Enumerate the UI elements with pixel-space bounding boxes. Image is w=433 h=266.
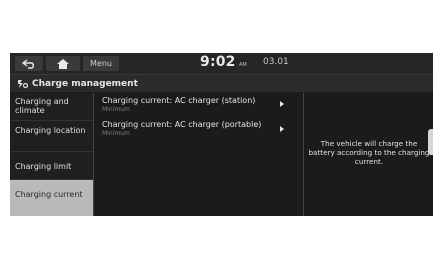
left-divider [93, 93, 94, 216]
date-display: 03.01 [263, 57, 289, 67]
left-menu: Charging and climate Charging location C… [10, 93, 93, 216]
page-title: Charge management [32, 78, 138, 89]
back-icon [22, 58, 34, 69]
back-button[interactable] [15, 56, 43, 71]
left-menu-item-charging-and-climate[interactable]: Charging and climate [10, 93, 93, 121]
left-menu-item-charging-current[interactable]: Charging current [10, 180, 93, 216]
menu-button[interactable]: Menu [83, 56, 119, 71]
top-bar: Menu 9:02 AM 03.01 [10, 53, 433, 75]
left-menu-item-charging-location[interactable]: Charging location [10, 121, 93, 152]
chevron-right-icon[interactable] [280, 126, 284, 132]
chevron-right-icon[interactable] [280, 101, 284, 107]
option-label: Charging current: AC charger (portable) [102, 120, 262, 129]
left-menu-item-charging-limit[interactable]: Charging limit [10, 152, 93, 180]
option-value: Minimum [102, 106, 130, 113]
option-value: Minimum [102, 130, 130, 137]
clock-ampm: AM [239, 62, 247, 68]
side-panel-handle[interactable] [428, 129, 433, 155]
option-ac-charger-portable[interactable]: Charging current: AC charger (portable) … [102, 120, 297, 138]
info-text: The vehicle will charge the battery acco… [308, 139, 430, 166]
option-ac-charger-station[interactable]: Charging current: AC charger (station) M… [102, 96, 297, 114]
home-button[interactable] [46, 56, 80, 71]
home-icon [57, 58, 69, 69]
clock-time: 9:02 [200, 54, 236, 70]
page-header: Charge management [10, 75, 433, 92]
right-divider [303, 93, 304, 216]
option-label: Charging current: AC charger (station) [102, 96, 256, 105]
charge-settings-icon [17, 79, 28, 89]
infotainment-screen: Menu 9:02 AM 03.01 Charge management Cha… [10, 53, 433, 216]
